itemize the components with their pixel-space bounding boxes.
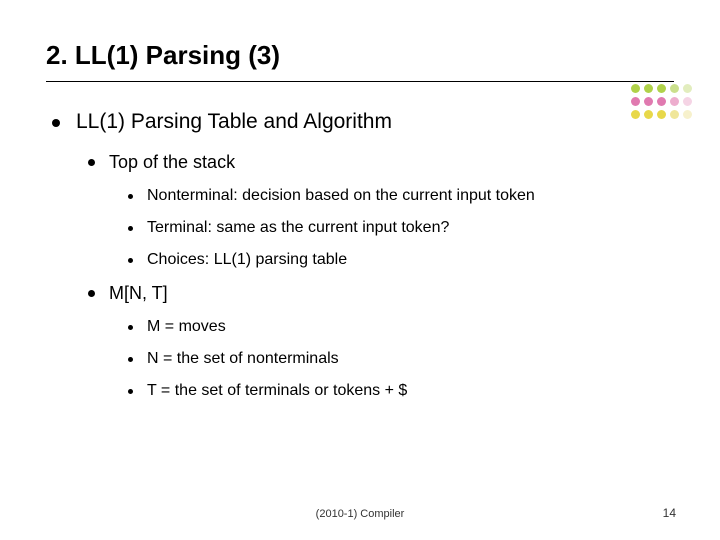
bullet-icon <box>128 357 133 362</box>
dot-icon <box>631 84 640 93</box>
dot-icon <box>631 97 640 106</box>
bullet-level-3: N = the set of nonterminals <box>128 350 674 368</box>
dot-icon <box>657 97 666 106</box>
dot-icon <box>657 84 666 93</box>
bullet-icon <box>128 194 133 199</box>
bullet-icon <box>52 119 60 127</box>
dot-icon <box>631 110 640 119</box>
bullet-text: Terminal: same as the current input toke… <box>147 219 449 237</box>
dot-icon <box>670 97 679 106</box>
bullet-level-2: M[N, T] <box>88 283 674 304</box>
bullet-text: N = the set of nonterminals <box>147 350 339 368</box>
bullet-level-3: M = moves <box>128 318 674 336</box>
dots-row <box>631 97 692 106</box>
dot-icon <box>670 84 679 93</box>
bullet-icon <box>128 325 133 330</box>
dot-icon <box>644 84 653 93</box>
bullet-level-1: LL(1) Parsing Table and Algorithm <box>52 110 674 134</box>
dots-row <box>631 110 692 119</box>
group-top-of-stack: Top of the stack Nonterminal: decision b… <box>46 152 674 269</box>
bullet-text: M[N, T] <box>109 283 168 304</box>
dot-icon <box>683 97 692 106</box>
bullet-icon <box>128 226 133 231</box>
bullet-text: Choices: LL(1) parsing table <box>147 251 347 269</box>
bullet-text: LL(1) Parsing Table and Algorithm <box>76 110 392 134</box>
dot-icon <box>683 110 692 119</box>
title-block: 2. LL(1) Parsing (3) <box>46 40 674 82</box>
slide-title: 2. LL(1) Parsing (3) <box>46 40 674 71</box>
dot-icon <box>657 110 666 119</box>
bullet-text: T = the set of terminals or tokens + $ <box>147 382 407 400</box>
bullet-icon <box>88 159 95 166</box>
bullet-level-2: Top of the stack <box>88 152 674 173</box>
bullet-text: Top of the stack <box>109 152 235 173</box>
bullet-level-3: Terminal: same as the current input toke… <box>128 219 674 237</box>
slide: 2. LL(1) Parsing (3) LL(1) Parsing Table… <box>0 0 720 540</box>
footer-center: (2010-1) Compiler <box>0 508 720 520</box>
group-mnt: M[N, T] M = moves N = the set of nonterm… <box>46 283 674 400</box>
dot-icon <box>683 84 692 93</box>
bullet-level-3: Choices: LL(1) parsing table <box>128 251 674 269</box>
dot-icon <box>670 110 679 119</box>
page-number: 14 <box>663 506 676 520</box>
bullet-text: M = moves <box>147 318 226 336</box>
bullet-icon <box>128 389 133 394</box>
dots-row <box>631 84 692 93</box>
bullet-level-3: Nonterminal: decision based on the curre… <box>128 187 674 205</box>
dot-icon <box>644 110 653 119</box>
bullet-text: Nonterminal: decision based on the curre… <box>147 187 535 205</box>
dot-icon <box>644 97 653 106</box>
bullet-icon <box>88 290 95 297</box>
bullet-level-3: T = the set of terminals or tokens + $ <box>128 382 674 400</box>
bullet-icon <box>128 258 133 263</box>
decorative-dots <box>631 84 692 119</box>
